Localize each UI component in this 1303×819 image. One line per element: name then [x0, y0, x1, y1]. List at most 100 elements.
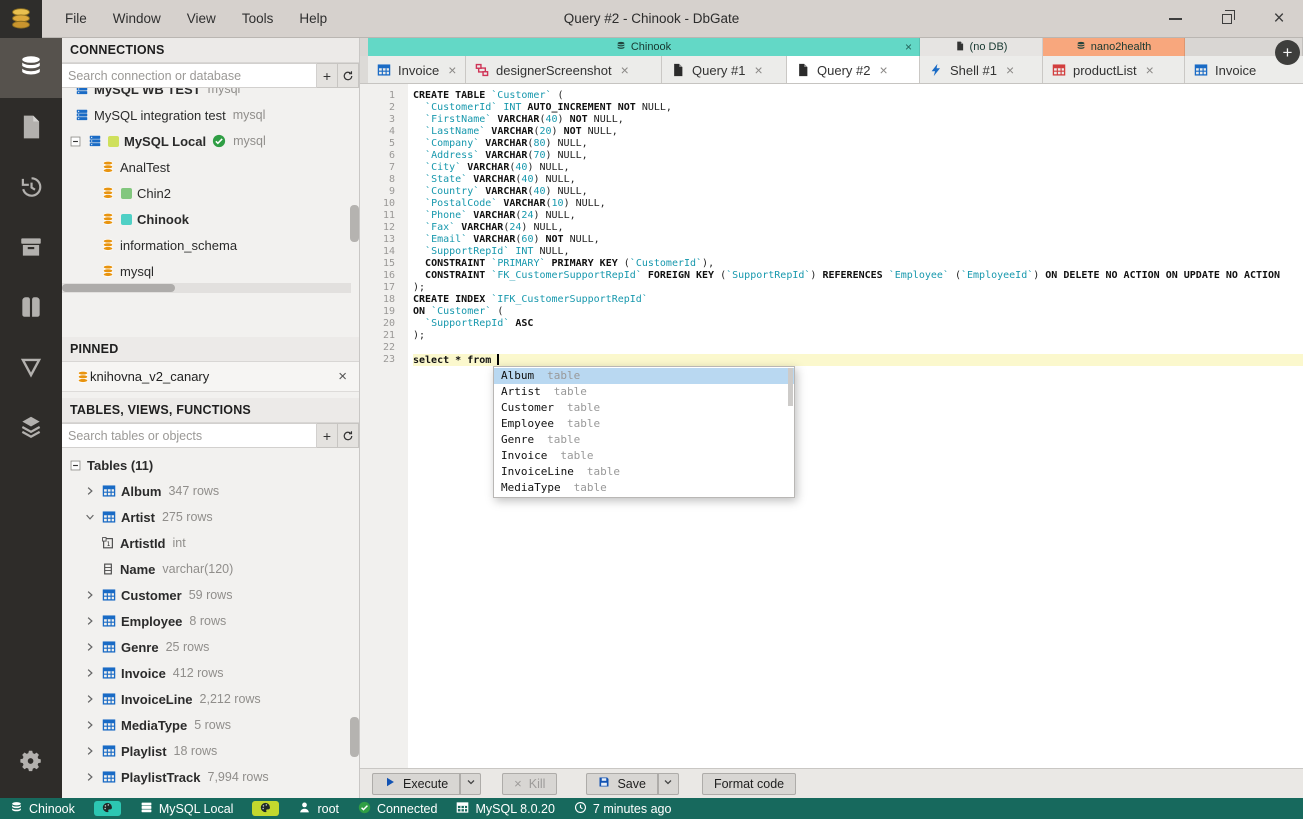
- code-line[interactable]: `Email` VARCHAR(60) NOT NULL,: [413, 234, 1303, 246]
- code-line[interactable]: `Company` VARCHAR(80) NULL,: [413, 138, 1303, 150]
- chevron-right-icon[interactable]: [84, 719, 96, 731]
- code-line[interactable]: );: [413, 330, 1303, 342]
- database-item[interactable]: information_schema: [62, 232, 359, 258]
- database-item[interactable]: AnalTest: [62, 154, 359, 180]
- connections-hscrollbar[interactable]: [62, 283, 351, 293]
- add-connection-button[interactable]: +: [317, 63, 338, 88]
- close-button[interactable]: ×: [1271, 9, 1287, 28]
- autocomplete-item[interactable]: InvoiceLine table: [494, 464, 794, 480]
- rail-item-settings[interactable]: [0, 732, 62, 792]
- column-item[interactable]: 1 ArtistId int: [62, 530, 359, 556]
- autocomplete-item[interactable]: MediaType table: [494, 480, 794, 496]
- autocomplete-item[interactable]: Genre table: [494, 432, 794, 448]
- connection-item[interactable]: MySQL Local mysql: [62, 128, 359, 154]
- rail-item-history[interactable]: [0, 158, 62, 218]
- tab-group--no-db-[interactable]: (no DB): [920, 38, 1043, 56]
- code-line[interactable]: `Phone` VARCHAR(24) NULL,: [413, 210, 1303, 222]
- code-line[interactable]: `State` VARCHAR(40) NULL,: [413, 174, 1303, 186]
- format-code-button[interactable]: Format code: [701, 772, 797, 795]
- connection-item[interactable]: MySQL WB TEST mysql: [62, 88, 359, 102]
- rail-item-archive[interactable]: [0, 218, 62, 278]
- minimize-button[interactable]: [1167, 11, 1183, 27]
- tab-query-2[interactable]: Query #2 ×: [787, 56, 920, 83]
- connections-search-input[interactable]: [62, 63, 317, 88]
- code-line[interactable]: [413, 342, 1303, 354]
- refresh-connections-button[interactable]: [338, 63, 359, 88]
- refresh-tables-button[interactable]: [338, 423, 359, 448]
- table-item[interactable]: Invoice 412 rows: [62, 660, 359, 686]
- code-line[interactable]: CONSTRAINT `FK_CustomerSupportRepId` FOR…: [413, 270, 1303, 282]
- collapse-expander-icon[interactable]: [69, 459, 82, 472]
- code-line[interactable]: `SupportRepId` INT NULL,: [413, 246, 1303, 258]
- close-group-icon[interactable]: ×: [905, 40, 912, 54]
- tab-invoice[interactable]: Invoice ×: [368, 56, 466, 83]
- add-tab-button[interactable]: +: [1275, 40, 1300, 65]
- table-item[interactable]: InvoiceLine 2,212 rows: [62, 686, 359, 712]
- tab-designerscreenshot[interactable]: designerScreenshot ×: [466, 56, 662, 83]
- kill-button[interactable]: × Kill: [502, 772, 558, 795]
- menu-file[interactable]: File: [52, 0, 100, 37]
- add-table-button[interactable]: +: [317, 423, 338, 448]
- status-connection-color[interactable]: [252, 801, 280, 816]
- column-item[interactable]: Name varchar(120): [62, 556, 359, 582]
- rail-item-files[interactable]: [0, 98, 62, 158]
- menu-window[interactable]: Window: [100, 0, 174, 37]
- autocomplete-scrollbar[interactable]: [788, 368, 793, 406]
- database-item[interactable]: Chinook: [62, 206, 359, 232]
- execute-dropdown-button[interactable]: [460, 772, 482, 795]
- chevron-right-icon[interactable]: [84, 693, 96, 705]
- code-line[interactable]: CONSTRAINT `PRIMARY` PRIMARY KEY (`Custo…: [413, 258, 1303, 270]
- table-item[interactable]: Album 347 rows: [62, 478, 359, 504]
- save-dropdown-button[interactable]: [657, 772, 679, 795]
- tables-vscrollbar[interactable]: [350, 717, 359, 757]
- connection-item[interactable]: MySQL integration test mysql: [62, 102, 359, 128]
- chevron-right-icon[interactable]: [84, 745, 96, 757]
- table-item[interactable]: Customer 59 rows: [62, 582, 359, 608]
- save-button[interactable]: Save: [586, 772, 658, 795]
- close-tab-icon[interactable]: ×: [754, 62, 762, 78]
- connections-vscrollbar[interactable]: [350, 205, 359, 242]
- menu-help[interactable]: Help: [286, 0, 340, 37]
- menu-tools[interactable]: Tools: [229, 0, 287, 37]
- chevron-right-icon[interactable]: [84, 589, 96, 601]
- code-line[interactable]: `Country` VARCHAR(40) NULL,: [413, 186, 1303, 198]
- autocomplete-item[interactable]: Customer table: [494, 400, 794, 416]
- code-line[interactable]: ON `Customer` (: [413, 306, 1303, 318]
- status-database-color[interactable]: [93, 801, 121, 816]
- close-tab-icon[interactable]: ×: [1146, 62, 1154, 78]
- close-tab-icon[interactable]: ×: [621, 62, 629, 78]
- database-item[interactable]: mysql: [62, 258, 359, 283]
- collapse-expander-icon[interactable]: [69, 135, 82, 148]
- chevron-right-icon[interactable]: [84, 641, 96, 653]
- code-line[interactable]: CREATE INDEX `IFK_CustomerSupportRepId`: [413, 294, 1303, 306]
- autocomplete-item[interactable]: Employee table: [494, 416, 794, 432]
- close-tab-icon[interactable]: ×: [448, 62, 456, 78]
- close-tab-icon[interactable]: ×: [879, 62, 887, 78]
- chevron-right-icon[interactable]: [84, 771, 96, 783]
- code-line[interactable]: `Fax` VARCHAR(24) NULL,: [413, 222, 1303, 234]
- chevron-right-icon[interactable]: [84, 485, 96, 497]
- close-tab-icon[interactable]: ×: [1006, 62, 1014, 78]
- pinned-item[interactable]: knihovna_v2_canary ×: [62, 362, 359, 392]
- rail-item-connections[interactable]: [0, 38, 62, 98]
- unpin-icon[interactable]: ×: [338, 368, 347, 385]
- rail-item-filter[interactable]: [0, 338, 62, 398]
- code-line[interactable]: CREATE TABLE `Customer` (: [413, 90, 1303, 102]
- autocomplete-item[interactable]: Invoice table: [494, 448, 794, 464]
- status-connection[interactable]: MySQL Local: [140, 801, 233, 817]
- rail-item-plugins[interactable]: [0, 398, 62, 458]
- chevron-right-icon[interactable]: [84, 667, 96, 679]
- autocomplete-item[interactable]: Artist table: [494, 384, 794, 400]
- tab-query-1[interactable]: Query #1 ×: [662, 56, 787, 83]
- sql-editor[interactable]: 1 2 3 4 5 6 7 8 9 10 11 12 13 14 15 16 17 18 19 20 21 22 23 CR…: [360, 84, 1303, 768]
- tables-search-input[interactable]: [62, 423, 317, 448]
- chevron-right-icon[interactable]: [84, 615, 96, 627]
- code-line[interactable]: `LastName` VARCHAR(20) NOT NULL,: [413, 126, 1303, 138]
- chevron-down-icon[interactable]: [84, 511, 96, 523]
- tab-group-chinook[interactable]: Chinook ×: [368, 38, 920, 56]
- code-line[interactable]: `City` VARCHAR(40) NULL,: [413, 162, 1303, 174]
- rail-item-docs[interactable]: [0, 278, 62, 338]
- code-line[interactable]: `PostalCode` VARCHAR(10) NULL,: [413, 198, 1303, 210]
- table-item[interactable]: Playlist 18 rows: [62, 738, 359, 764]
- database-item[interactable]: Chin2: [62, 180, 359, 206]
